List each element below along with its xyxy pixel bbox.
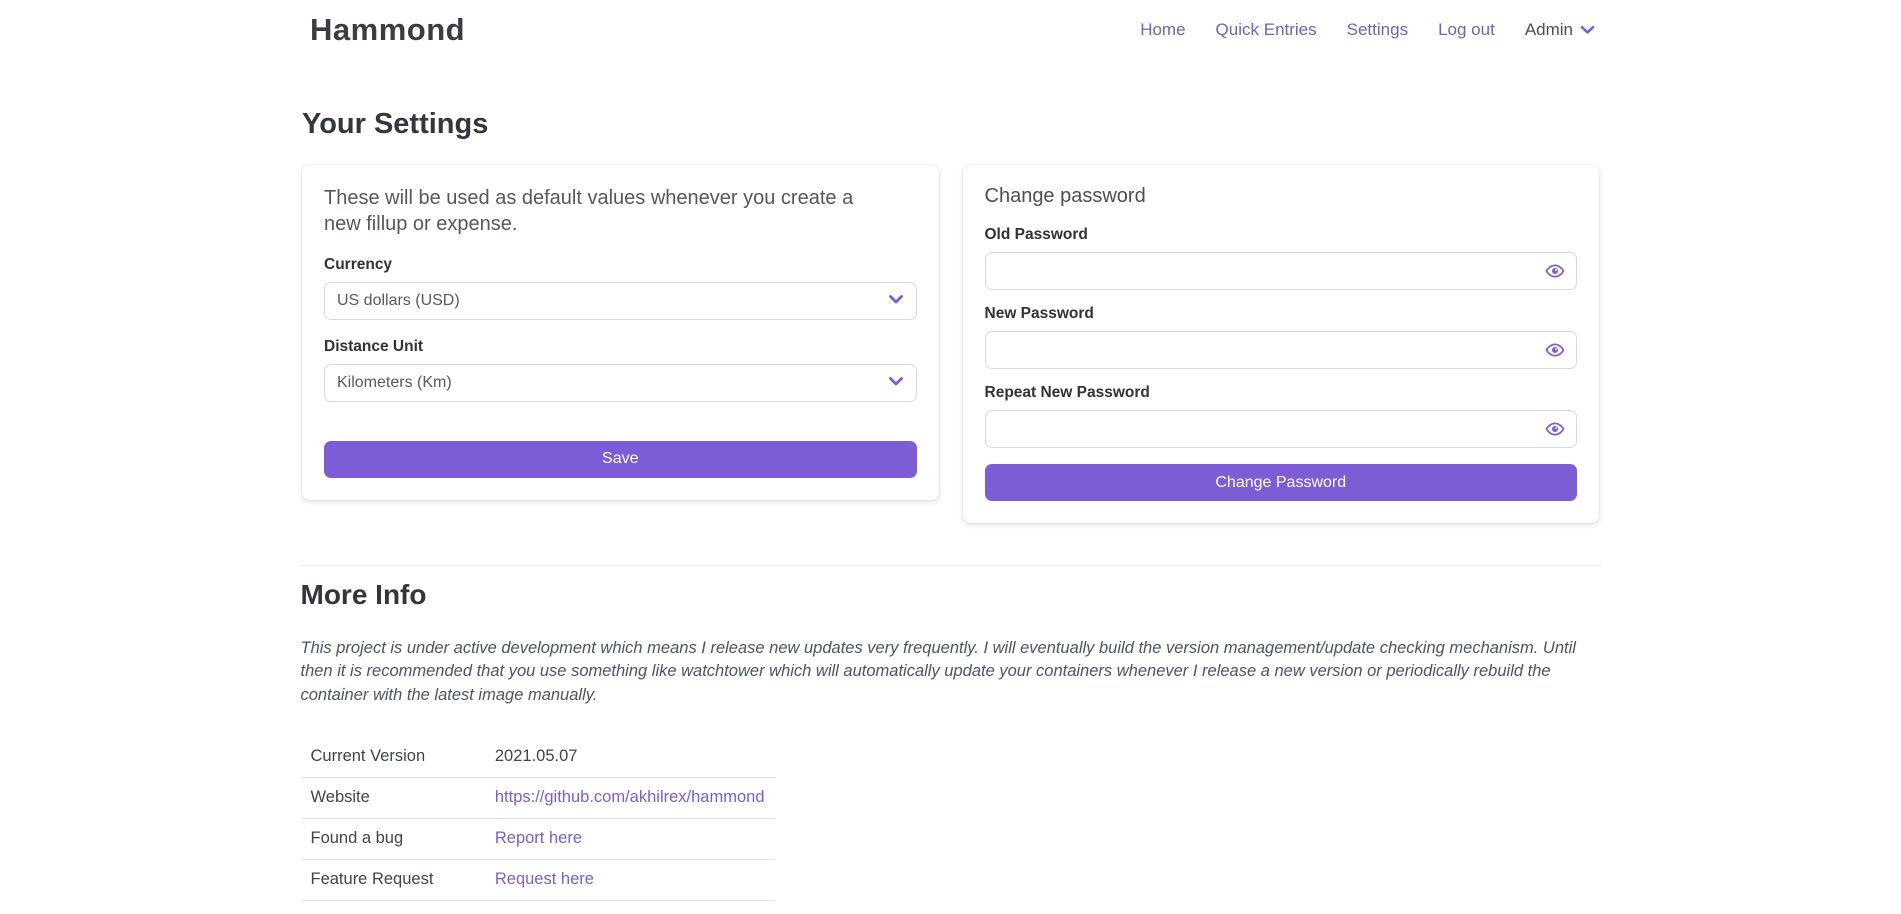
new-password-group: New Password — [985, 305, 1578, 369]
eye-icon — [1545, 340, 1565, 360]
website-link[interactable]: https://github.com/akhilrex/hammond — [495, 788, 765, 806]
development-note: This project is under active development… — [301, 637, 1601, 707]
nav-link-quick-entries[interactable]: Quick Entries — [1216, 20, 1317, 40]
old-password-input[interactable] — [985, 252, 1578, 290]
row-label: Website — [301, 777, 485, 818]
chevron-down-icon — [888, 376, 904, 387]
change-password-card: Change password Old Password New Passwor… — [963, 165, 1600, 523]
table-row-feature-request: Feature Request Request here — [301, 859, 775, 900]
currency-selected-value: US dollars (USD) — [337, 292, 460, 310]
new-password-input[interactable] — [985, 331, 1578, 369]
change-password-button[interactable]: Change Password — [985, 464, 1578, 501]
password-card-title: Change password — [985, 185, 1578, 208]
more-info-section: More Info This project is under active d… — [301, 565, 1601, 901]
repeat-password-input[interactable] — [985, 410, 1578, 448]
nav-link-settings[interactable]: Settings — [1347, 20, 1408, 40]
table-row-website: Website https://github.com/akhilrex/hamm… — [301, 777, 775, 818]
save-button[interactable]: Save — [324, 441, 917, 478]
old-password-group: Old Password — [985, 226, 1578, 290]
section-divider — [301, 565, 1601, 566]
eye-icon — [1545, 261, 1565, 281]
table-row-current-version: Current Version 2021.05.07 — [301, 736, 775, 777]
main-nav: Home Quick Entries Settings Log out Admi… — [1140, 20, 1595, 40]
toggle-old-password-visibility-button[interactable] — [1545, 261, 1565, 281]
row-label: Feature Request — [301, 859, 485, 900]
page-title: Your Settings — [302, 108, 1599, 141]
toggle-new-password-visibility-button[interactable] — [1545, 340, 1565, 360]
settings-page: Your Settings These will be used as defa… — [302, 108, 1599, 523]
row-label: Found a bug — [301, 818, 485, 859]
settings-cards: These will be used as default values whe… — [302, 165, 1599, 523]
distance-unit-label: Distance Unit — [324, 338, 917, 356]
nav-link-home[interactable]: Home — [1140, 20, 1185, 40]
more-info-title: More Info — [301, 579, 1601, 611]
about-table: Current Version 2021.05.07 Website https… — [301, 736, 775, 901]
admin-dropdown-label: Admin — [1525, 20, 1573, 40]
nav-link-logout[interactable]: Log out — [1438, 20, 1495, 40]
defaults-card: These will be used as default values whe… — [302, 165, 939, 500]
app-logo[interactable]: Hammond — [310, 12, 465, 48]
admin-dropdown[interactable]: Admin — [1525, 20, 1595, 40]
old-password-label: Old Password — [985, 226, 1578, 244]
currency-select[interactable]: US dollars (USD) — [324, 282, 917, 320]
repeat-password-group: Repeat New Password — [985, 384, 1578, 448]
row-label: Current Version — [301, 736, 485, 777]
currency-label: Currency — [324, 256, 917, 274]
eye-icon — [1545, 419, 1565, 439]
chevron-down-icon — [888, 294, 904, 305]
toggle-repeat-password-visibility-button[interactable] — [1545, 419, 1565, 439]
defaults-description: These will be used as default values whe… — [324, 185, 884, 238]
feature-request-link[interactable]: Request here — [495, 870, 594, 888]
repeat-password-label: Repeat New Password — [985, 384, 1578, 402]
new-password-label: New Password — [985, 305, 1578, 323]
distance-unit-select[interactable]: Kilometers (Km) — [324, 364, 917, 402]
current-version-value: 2021.05.07 — [485, 736, 775, 777]
table-row-bug: Found a bug Report here — [301, 818, 775, 859]
top-navbar: Hammond Home Quick Entries Settings Log … — [0, 0, 1901, 60]
distance-unit-selected-value: Kilometers (Km) — [337, 374, 452, 392]
report-bug-link[interactable]: Report here — [495, 829, 582, 847]
chevron-down-icon — [1580, 25, 1595, 35]
